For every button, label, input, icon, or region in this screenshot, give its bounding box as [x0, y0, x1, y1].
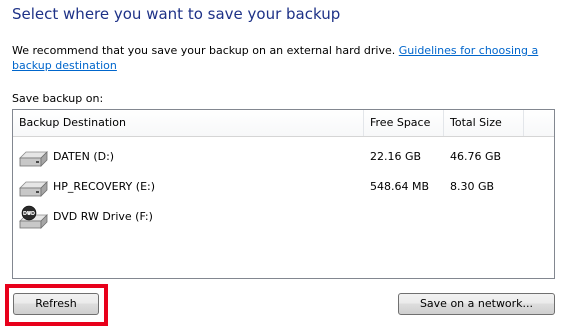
table-row[interactable]: HP_RECOVERY (E:) 548.64 MB 8.30 GB	[13, 172, 554, 202]
table-row[interactable]: DATEN (D:) 22.16 GB 46.76 GB	[13, 142, 554, 172]
column-header-destination[interactable]: Backup Destination	[13, 110, 364, 136]
backup-destination-list[interactable]: Backup Destination Free Space Total Size…	[12, 109, 555, 279]
free-space-value: 548.64 MB	[370, 180, 430, 193]
hard-drive-icon	[19, 181, 48, 197]
refresh-button[interactable]: Refresh	[13, 293, 99, 315]
table-row[interactable]: DVD DVD RW Drive (F:)	[13, 202, 554, 232]
hard-drive-icon	[19, 151, 48, 167]
save-backup-label: Save backup on:	[12, 92, 104, 105]
total-size-value: 46.76 GB	[450, 150, 502, 163]
list-header: Backup Destination Free Space Total Size	[13, 110, 554, 137]
dvd-drive-icon: DVD	[19, 205, 48, 229]
intro-text: We recommend that you save your backup o…	[12, 44, 396, 57]
save-on-network-button[interactable]: Save on a network...	[398, 293, 555, 315]
total-size-value: 8.30 GB	[450, 180, 495, 193]
intro-paragraph: We recommend that you save your backup o…	[12, 43, 562, 73]
free-space-value: 22.16 GB	[370, 150, 422, 163]
destination-name: DVD RW Drive (F:)	[53, 210, 153, 223]
svg-text:DVD: DVD	[23, 211, 35, 217]
column-header-free-space[interactable]: Free Space	[364, 110, 444, 136]
column-header-total-size[interactable]: Total Size	[444, 110, 524, 136]
destination-name: DATEN (D:)	[53, 150, 115, 163]
page-title: Select where you want to save your backu…	[12, 5, 341, 23]
destination-name: HP_RECOVERY (E:)	[53, 180, 156, 193]
